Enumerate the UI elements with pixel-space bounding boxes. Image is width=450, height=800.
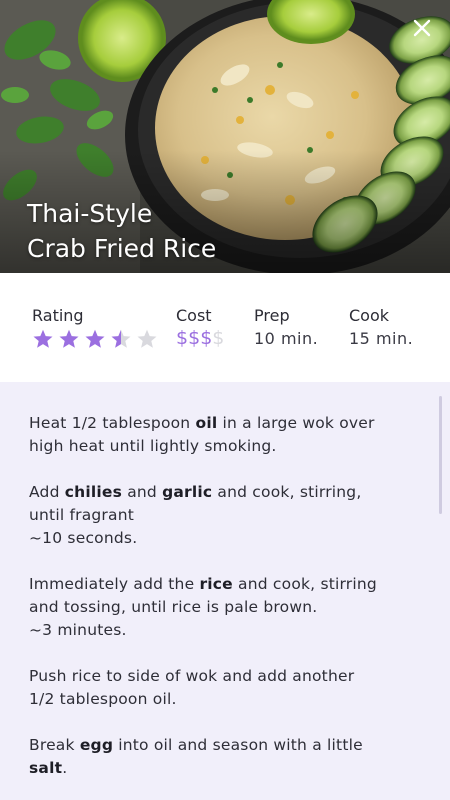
rating-stat: Rating — [32, 306, 158, 350]
cost-stat: Cost $ $ $ $ — [176, 306, 224, 349]
cost-label: Cost — [176, 306, 212, 325]
instruction-step: Add chilies and garlic and cook, stirrin… — [29, 481, 424, 550]
step-line: ~10 seconds. — [29, 529, 138, 547]
star-icon — [111, 329, 131, 348]
cook-label: Cook — [349, 306, 390, 325]
scrollbar[interactable] — [439, 396, 442, 514]
star-icon — [33, 329, 53, 348]
ingredient-highlight: chilies — [64, 483, 123, 501]
step-line: Push rice to side of wok and add another — [29, 667, 355, 685]
ingredient-highlight: salt — [29, 759, 63, 777]
rating-label: Rating — [32, 306, 84, 325]
recipe-hero-image: Thai-Style Crab Fried Rice — [0, 0, 450, 273]
step-line: Add chilies and garlic and cook, stirrin… — [29, 483, 362, 501]
instruction-step: Heat 1/2 tablespoon oil in a large wok o… — [29, 412, 424, 458]
cost-symbol: $ — [200, 327, 213, 349]
step-line: 1/2 tablespoon oil. — [29, 690, 177, 708]
star-icon — [85, 329, 105, 348]
step-line: until fragrant — [29, 506, 135, 524]
step-line: high heat until lightly smoking. — [29, 437, 277, 455]
cook-stat: Cook 15 min. — [349, 306, 413, 348]
recipe-title: Thai-Style Crab Fried Rice — [27, 196, 407, 266]
step-line: Immediately add the rice and cook, stirr… — [29, 575, 377, 593]
ingredient-highlight: garlic — [162, 483, 213, 501]
step-line: and tossing, until rice is pale brown. — [29, 598, 318, 616]
step-line: Break egg into oil and season with a lit… — [29, 736, 363, 754]
recipe-title-line-2: Crab Fried Rice — [27, 234, 217, 263]
rating-stars — [32, 328, 158, 350]
instruction-step: Immediately add the rice and cook, stirr… — [29, 573, 424, 642]
ingredient-highlight: egg — [79, 736, 114, 754]
ingredient-highlight: rice — [199, 575, 233, 593]
instruction-steps: Heat 1/2 tablespoon oil in a large wok o… — [29, 412, 424, 800]
star-icon — [137, 329, 157, 348]
close-button[interactable] — [408, 14, 436, 42]
cook-value: 15 min. — [349, 329, 414, 348]
close-icon — [413, 19, 431, 37]
cost-symbol: $ — [188, 327, 201, 349]
cost-symbol: $ — [212, 327, 225, 349]
instruction-step: Push rice to side of wok and add another… — [29, 665, 424, 711]
instruction-step: Break egg into oil and season with a lit… — [29, 734, 424, 780]
instructions-panel[interactable]: Heat 1/2 tablespoon oil in a large wok o… — [0, 382, 450, 800]
prep-value: 10 min. — [254, 329, 319, 348]
step-line: ~3 minutes. — [29, 621, 127, 639]
recipe-stats-bar: Rating Cost $ $ $ $ Prep 10 min. Cook 15 mi… — [0, 273, 450, 382]
step-line: salt. — [29, 759, 68, 777]
ingredient-highlight: oil — [195, 414, 218, 432]
step-line: Heat 1/2 tablespoon oil in a large wok o… — [29, 414, 375, 432]
star-icon — [59, 329, 79, 348]
prep-label: Prep — [254, 306, 290, 325]
prep-stat: Prep 10 min. — [254, 306, 318, 348]
cost-symbol: $ — [176, 327, 189, 349]
recipe-title-line-1: Thai-Style — [27, 199, 153, 228]
cost-indicator: $ $ $ $ — [176, 327, 224, 349]
